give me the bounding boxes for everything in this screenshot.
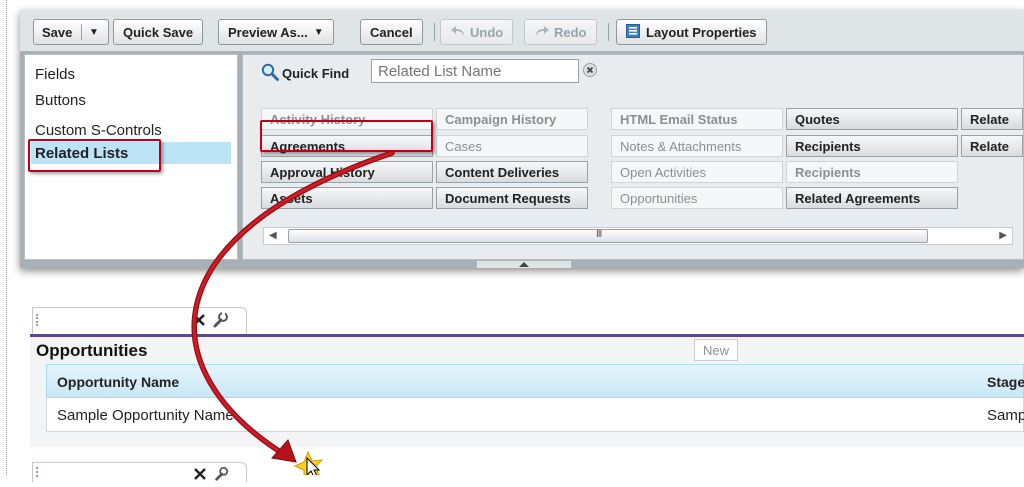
related-list-drag-tab[interactable]	[32, 307, 247, 335]
undo-icon	[450, 24, 466, 41]
preview-as-button[interactable]: Preview As... ▼	[218, 19, 334, 45]
save-split-divider	[81, 24, 82, 40]
highlight-related-lists	[28, 139, 161, 172]
redo-icon	[534, 24, 550, 41]
drag-grip-icon[interactable]	[36, 467, 39, 477]
palette-item-html-email-status[interactable]: HTML Email Status	[611, 108, 783, 130]
preview-as-menu-icon[interactable]: ▼	[314, 27, 324, 38]
wrench-icon[interactable]	[213, 466, 229, 487]
table-row: Sample Opportunity Name Sampl	[46, 398, 1024, 432]
redo-button[interactable]: Redo	[524, 19, 597, 45]
category-custom-s-controls[interactable]: Custom S-Controls	[31, 119, 231, 141]
palette-item-open-activities[interactable]: Open Activities	[611, 161, 783, 183]
table-header: Opportunity Name Stage	[46, 364, 1024, 398]
scroll-right-icon[interactable]: ▶	[999, 230, 1007, 241]
redo-label: Redo	[554, 24, 587, 40]
palette-item-campaign-history[interactable]: Campaign History	[436, 108, 588, 130]
save-label: Save	[42, 24, 73, 40]
highlight-agreements	[260, 120, 433, 152]
layout-palette: Save ▼ Quick Save Preview As... ▼ Cancel…	[20, 10, 1024, 268]
drop-target-star-icon	[293, 450, 324, 475]
save-button[interactable]: Save ▼	[33, 19, 109, 45]
palette-item-cases[interactable]: Cases	[436, 135, 588, 157]
clear-search-icon[interactable]	[583, 63, 597, 82]
drag-grip-icon[interactable]	[36, 314, 39, 326]
quick-find-text: Quick Find	[282, 66, 350, 81]
column-header-stage[interactable]: Stage	[987, 374, 1024, 390]
palette-item-document-requests[interactable]: Document Requests	[436, 187, 588, 209]
save-menu-icon[interactable]: ▼	[89, 27, 99, 38]
cell-stage: Sampl	[987, 407, 1024, 424]
layout-properties-label: Layout Properties	[646, 24, 757, 40]
related-list-title: Opportunities	[36, 341, 148, 360]
layout-properties-button[interactable]: Layout Properties	[616, 19, 767, 45]
palette-items-panel: Quick Find Activity History Agreements A…	[242, 54, 1024, 260]
remove-icon[interactable]	[193, 467, 207, 486]
category-fields[interactable]: Fields	[31, 63, 231, 85]
preview-as-label: Preview As...	[228, 24, 308, 40]
palette-item-opportunities[interactable]: Opportunities	[611, 187, 783, 209]
toolbar-separator	[434, 23, 435, 41]
collapse-palette-handle[interactable]	[476, 260, 572, 268]
quick-find-input[interactable]	[371, 59, 579, 83]
category-buttons[interactable]: Buttons	[31, 89, 231, 111]
palette-item-content-deliveries[interactable]: Content Deliveries	[436, 161, 588, 183]
chevron-up-icon	[519, 262, 529, 267]
related-list-opportunities: Opportunities New Opportunity Name Stage…	[30, 337, 1024, 447]
cell-opportunity-name: Sample Opportunity Name	[57, 407, 234, 424]
palette-item-related-agreements[interactable]: Related Agreements	[786, 187, 958, 209]
palette-item-approval-history[interactable]: Approval History	[261, 161, 433, 183]
search-icon	[261, 63, 279, 84]
column-header-opportunity-name[interactable]: Opportunity Name	[57, 374, 179, 390]
scroll-left-icon[interactable]: ◀	[269, 230, 277, 241]
properties-icon	[626, 23, 640, 41]
palette-item-recipients[interactable]: Recipients	[786, 161, 958, 183]
toolbar: Save ▼ Quick Save Preview As... ▼ Cancel…	[20, 10, 1024, 52]
undo-label: Undo	[470, 24, 504, 40]
scrollbar-thumb[interactable]: III	[288, 229, 928, 243]
palette-item-recipients[interactable]: Recipients	[786, 135, 958, 157]
related-list-drag-tab[interactable]	[32, 462, 247, 482]
mouse-cursor-icon	[306, 456, 321, 475]
wrench-icon[interactable]	[211, 311, 229, 334]
cancel-button[interactable]: Cancel	[360, 19, 423, 45]
quick-find-label: Quick Find	[261, 63, 349, 84]
toolbar-separator	[608, 23, 609, 41]
palette-horizontal-scrollbar[interactable]: ◀ III ▶	[263, 227, 1013, 245]
palette-item-quotes[interactable]: Quotes	[786, 108, 958, 130]
quick-save-button[interactable]: Quick Save	[113, 19, 204, 45]
remove-icon[interactable]	[191, 312, 207, 333]
page-left-border	[6, 0, 8, 475]
new-button[interactable]: New	[694, 339, 738, 361]
palette-item-related-cutoff[interactable]: Relate	[961, 108, 1023, 130]
palette-item-notes-attachments[interactable]: Notes & Attachments	[611, 135, 783, 157]
scrollbar-grip: III	[596, 229, 602, 240]
palette-item-related-cutoff[interactable]: Relate	[961, 135, 1023, 157]
palette-item-assets[interactable]: Assets	[261, 187, 433, 209]
undo-button[interactable]: Undo	[440, 19, 514, 45]
